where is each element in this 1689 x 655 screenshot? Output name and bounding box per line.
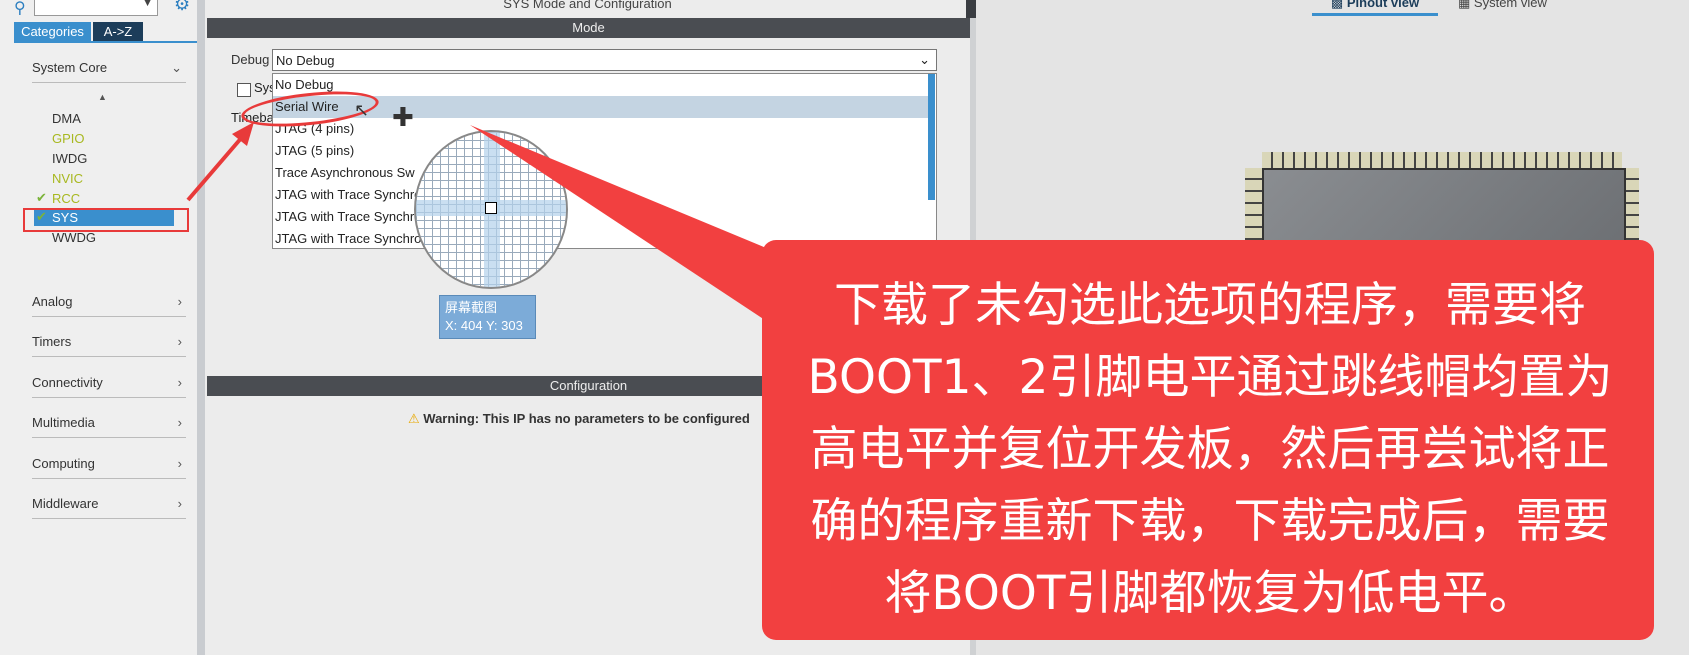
callout-text: 下载了未勾选此选项的程序，需要将BOOT1、2引脚电平通过跳线帽均置为高电平并复… (807, 278, 1613, 621)
annotation-arrow-line (186, 134, 245, 202)
callout-pointer (470, 125, 800, 330)
